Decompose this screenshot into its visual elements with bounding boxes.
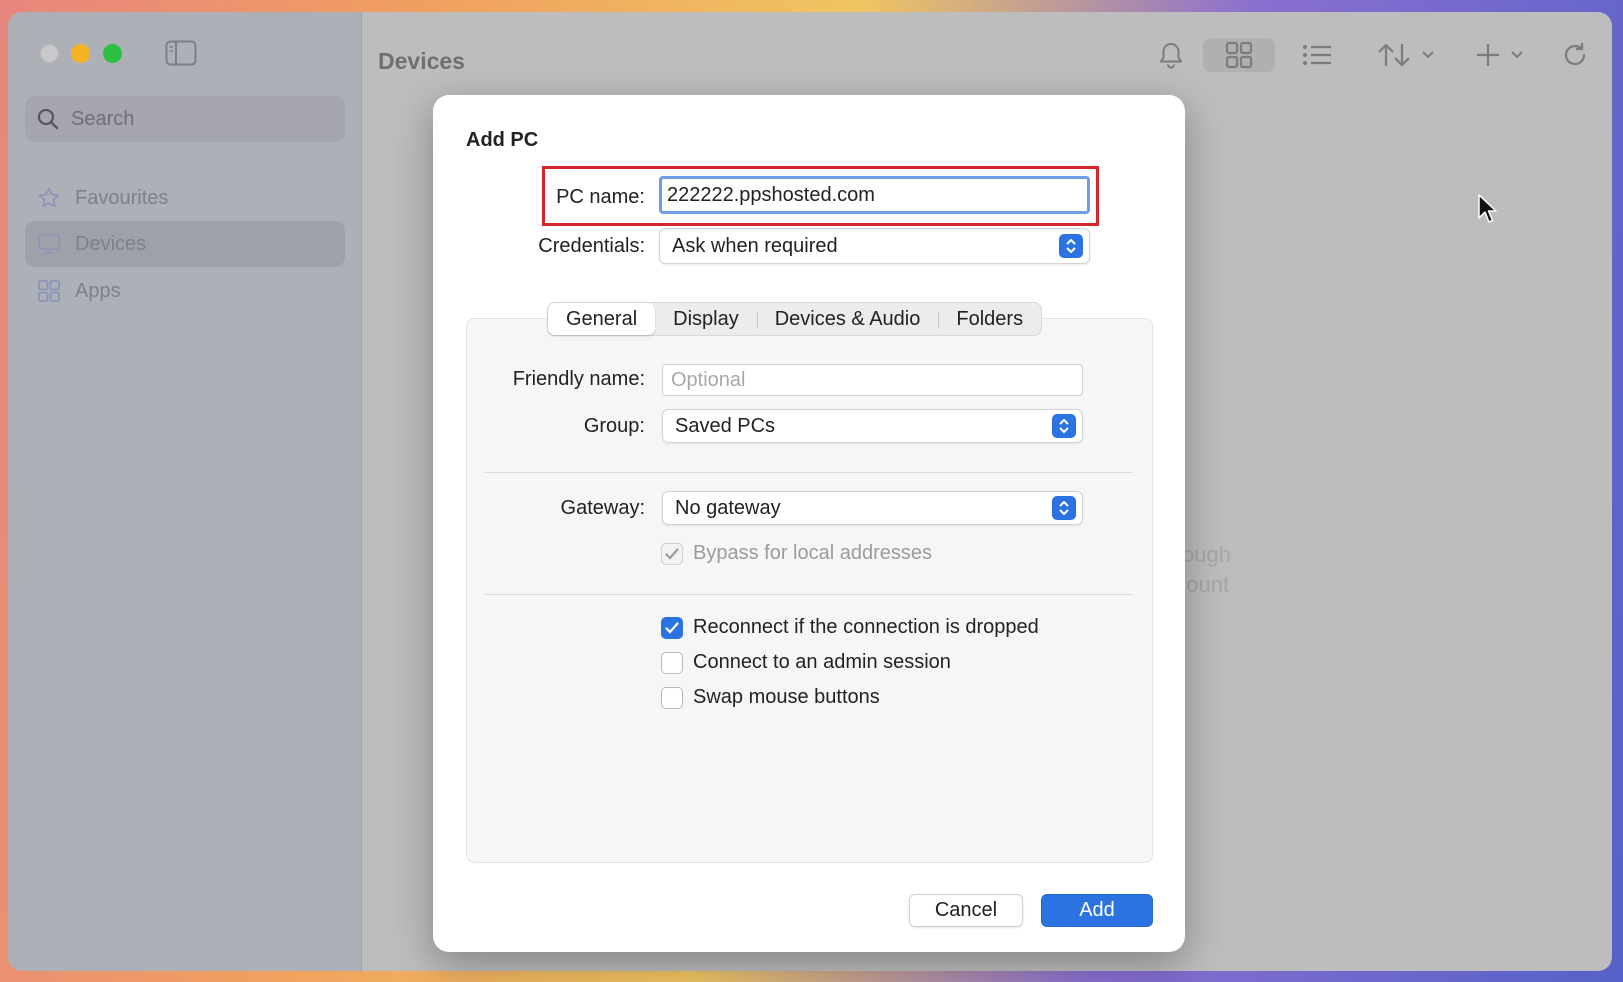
apps-grid-icon [37,279,61,303]
reconnect-label: Reconnect if the connection is dropped [693,616,1039,638]
chevron-up-down-icon [1052,414,1076,438]
pc-name-label: PC name: [556,186,645,208]
credentials-value: Ask when required [672,234,838,257]
grid-view-icon[interactable] [1203,38,1275,72]
sidebar-item-apps[interactable]: Apps [25,268,345,314]
minimize-window-button[interactable] [71,44,90,63]
tab-general[interactable]: General [548,303,656,335]
bell-icon[interactable] [1154,38,1188,72]
swap-mouse-checkbox-row[interactable]: Swap mouse buttons [661,686,880,709]
sort-icon[interactable] [1375,38,1439,72]
group-label: Group: [583,415,645,437]
refresh-icon[interactable] [1558,38,1592,72]
list-view-icon[interactable] [1299,38,1335,72]
divider [485,594,1133,595]
friendly-name-label: Friendly name: [512,368,645,390]
tab-display[interactable]: Display [655,303,757,335]
swap-mouse-checkbox[interactable] [661,686,683,709]
cancel-button[interactable]: Cancel [909,894,1023,927]
reconnect-checkbox[interactable] [661,616,683,639]
close-window-button[interactable] [40,44,59,63]
sidebar-item-label: Favourites [75,186,169,209]
friendly-name-input[interactable] [662,364,1083,396]
tab-devices-audio[interactable]: Devices & Audio [756,303,939,335]
tab-bar: General Display Devices & Audio Folders [547,302,1043,336]
group-select[interactable]: Saved PCs [662,409,1083,443]
bypass-local-label: Bypass for local addresses [693,542,933,564]
chevron-up-down-icon [1052,496,1076,520]
mouse-cursor-icon [1478,194,1497,223]
search-icon [37,108,59,130]
sidebar-item-devices[interactable]: Devices [25,221,345,267]
star-icon [37,186,61,210]
group-value: Saved PCs [675,414,776,437]
bypass-local-checkbox-row: Bypass for local addresses [661,542,932,565]
admin-session-checkbox-row[interactable]: Connect to an admin session [661,651,951,674]
monitor-icon [37,232,61,256]
tab-panel [466,318,1153,863]
swap-mouse-label: Swap mouse buttons [693,686,880,708]
sidebar-item-label: Apps [75,279,121,302]
chevron-up-down-icon [1059,234,1083,258]
bypass-local-checkbox [661,542,683,565]
tab-folders[interactable]: Folders [938,303,1041,335]
add-pc-dialog: Add PC PC name: Credentials: Ask when re… [433,95,1185,952]
sidebar-toggle-icon[interactable] [165,40,197,66]
sidebar-item-favourites[interactable]: Favourites [25,175,345,221]
search-input[interactable] [71,107,311,131]
maximize-window-button[interactable] [103,44,122,63]
gateway-value: No gateway [675,496,781,519]
divider [485,472,1133,473]
add-icon[interactable] [1473,38,1529,72]
page-title: Devices [378,48,465,74]
sidebar: Favourites Devices Apps [8,12,362,971]
sidebar-item-label: Devices [75,232,147,255]
admin-session-label: Connect to an admin session [693,651,951,673]
credentials-label: Credentials: [538,235,645,257]
gateway-label: Gateway: [560,497,645,519]
pc-name-input[interactable] [659,176,1090,214]
dialog-title: Add PC [466,129,539,151]
search-field[interactable] [25,96,345,142]
gateway-select[interactable]: No gateway [662,491,1083,525]
admin-session-checkbox[interactable] [661,651,683,674]
credentials-select[interactable]: Ask when required [659,228,1090,264]
reconnect-checkbox-row[interactable]: Reconnect if the connection is dropped [661,616,1039,639]
add-button[interactable]: Add [1041,894,1153,927]
